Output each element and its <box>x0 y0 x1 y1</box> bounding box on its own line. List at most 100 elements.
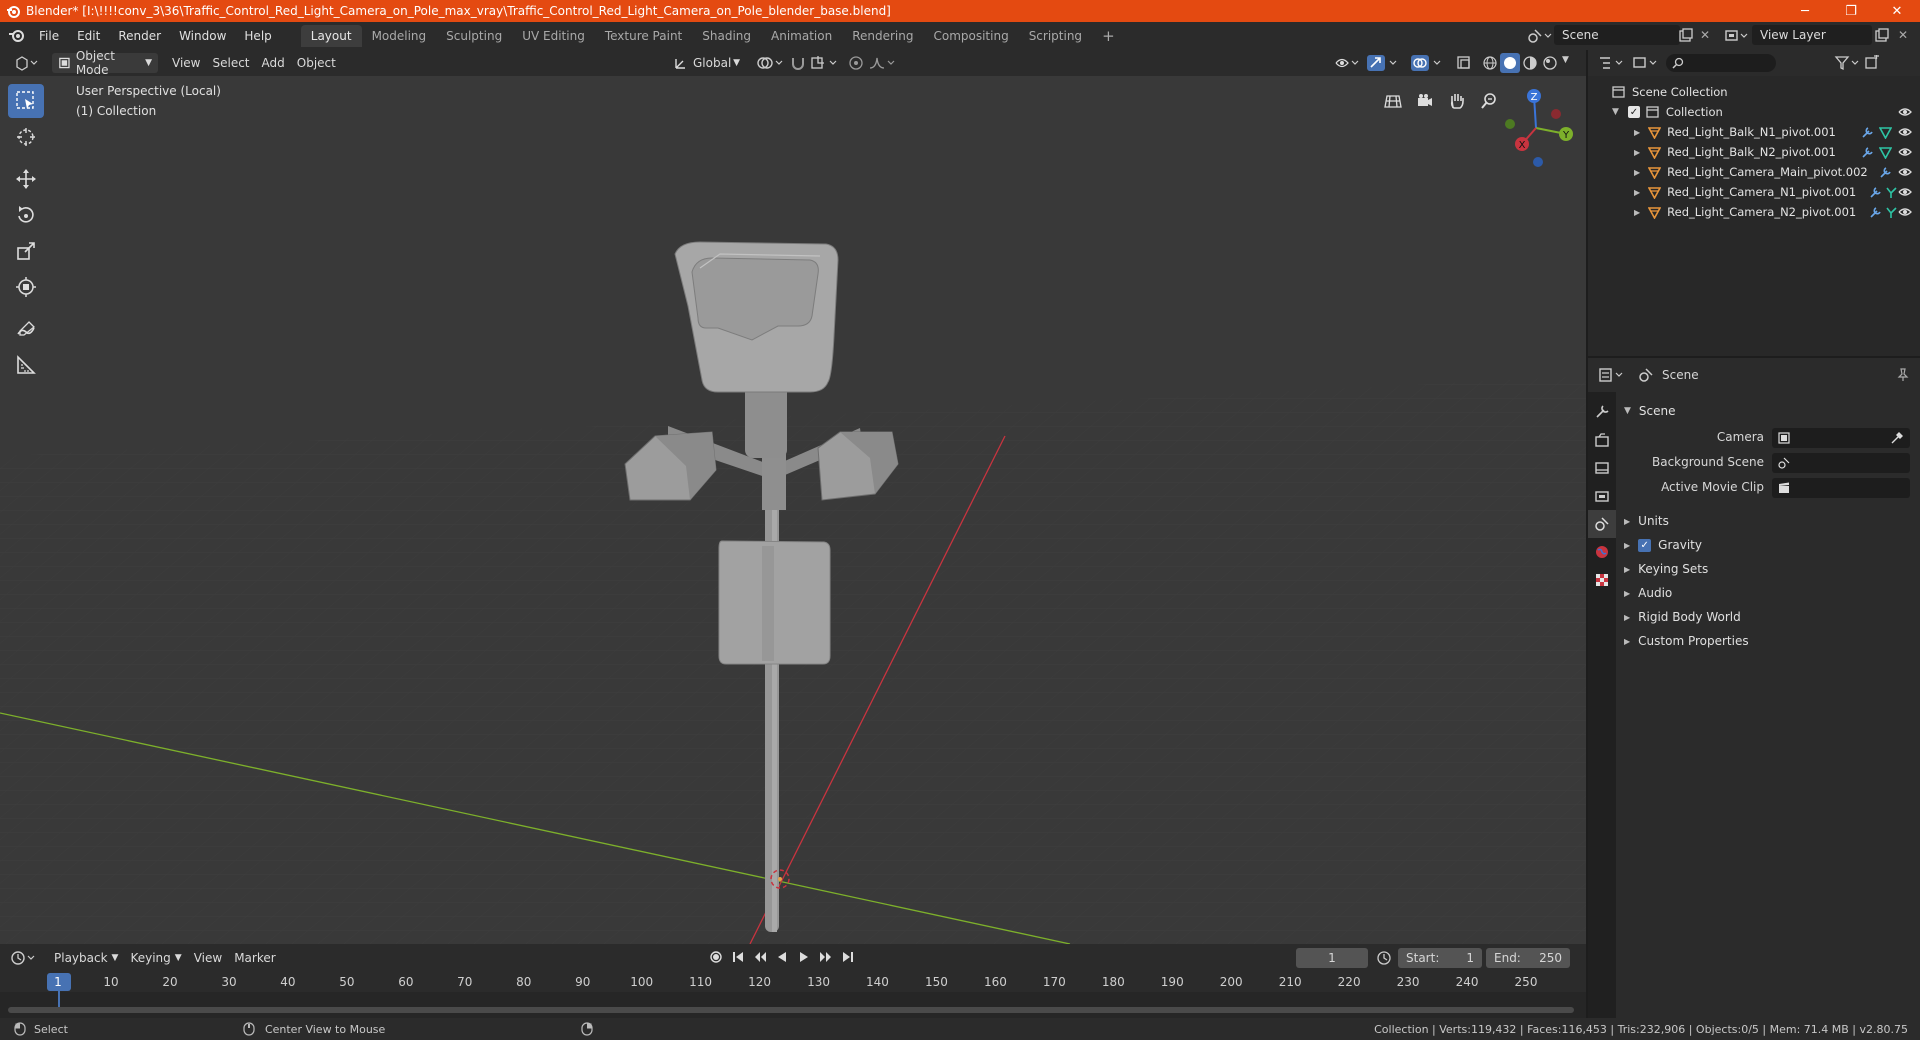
menu-render[interactable]: Render <box>109 29 170 43</box>
move-tool[interactable] <box>8 162 44 196</box>
start-frame-field[interactable]: Start: 1 <box>1398 948 1482 968</box>
xray-toggle-icon[interactable] <box>1456 55 1472 71</box>
delete-view-layer-icon[interactable]: ✕ <box>1898 28 1908 42</box>
properties-editor-icon[interactable] <box>1598 367 1626 383</box>
proportional-editing-icon[interactable] <box>848 55 864 71</box>
measure-tool[interactable] <box>8 348 44 382</box>
gravity-panel-header[interactable]: ▶ ✓ Gravity <box>1624 534 1914 556</box>
tab-animation[interactable]: Animation <box>761 25 842 47</box>
vertex-group-icon[interactable] <box>1885 206 1898 219</box>
view-layer-selector[interactable]: View Layer <box>1752 25 1872 45</box>
scene-icon[interactable] <box>1527 28 1553 44</box>
snap-target-icon[interactable] <box>810 55 840 71</box>
outliner-object-row[interactable]: ▶ Red_Light_Balk_N1_pivot.001 <box>1588 122 1920 142</box>
eye-icon[interactable] <box>1898 106 1912 118</box>
end-frame-field[interactable]: End: 250 <box>1486 948 1570 968</box>
timeline-view-menu[interactable]: View <box>188 948 228 968</box>
tab-texture[interactable] <box>1588 566 1616 594</box>
tab-sculpting[interactable]: Sculpting <box>436 25 512 47</box>
transform-orientation-selector[interactable]: Global ▼ <box>668 53 746 73</box>
active-movie-clip-field[interactable] <box>1772 478 1910 498</box>
shading-rendered-icon[interactable] <box>1542 55 1558 71</box>
visibility-selectability-icon[interactable] <box>1334 55 1362 71</box>
toggle-camera-persp-button[interactable] <box>1380 88 1406 114</box>
close-button[interactable]: ✕ <box>1874 0 1920 22</box>
snap-icon[interactable] <box>790 55 806 71</box>
new-view-layer-icon[interactable] <box>1874 28 1890 44</box>
expand-right-icon[interactable]: ▶ <box>1634 128 1640 137</box>
3d-viewport[interactable]: User Perspective (Local) (1) Collection … <box>0 76 1586 944</box>
shading-options-icon[interactable]: ▼ <box>1562 55 1569 65</box>
tab-layout[interactable]: Layout <box>300 25 362 47</box>
mesh-data-icon[interactable] <box>1879 126 1892 139</box>
outliner-scene-collection[interactable]: Scene Collection <box>1588 82 1920 102</box>
next-keyframe-icon[interactable] <box>818 949 834 965</box>
tab-scene[interactable] <box>1588 510 1616 538</box>
tab-texture-paint[interactable]: Texture Paint <box>595 25 692 47</box>
shading-wireframe-icon[interactable] <box>1482 55 1498 71</box>
menu-edit[interactable]: Edit <box>68 29 109 43</box>
menu-view[interactable]: View <box>166 53 206 73</box>
preview-range-icon[interactable] <box>1376 950 1392 966</box>
outliner-object-row[interactable]: ▶ Red_Light_Camera_N1_pivot.001 <box>1588 182 1920 202</box>
menu-add[interactable]: Add <box>256 53 291 73</box>
select-box-tool[interactable] <box>8 84 44 118</box>
record-icon[interactable] <box>708 949 724 965</box>
eye-icon[interactable] <box>1898 186 1912 198</box>
tab-compositing[interactable]: Compositing <box>923 25 1018 47</box>
jump-end-icon[interactable] <box>840 949 856 965</box>
vertex-group-icon[interactable] <box>1885 186 1898 199</box>
menu-select[interactable]: Select <box>206 53 255 73</box>
modifier-wrench-icon[interactable] <box>1861 126 1874 139</box>
menu-window[interactable]: Window <box>170 29 235 43</box>
mode-selector[interactable]: Object Mode ▼ <box>52 49 158 77</box>
pin-icon[interactable] <box>1896 368 1910 382</box>
pan-view-button[interactable] <box>1444 88 1470 114</box>
camera-field[interactable] <box>1772 428 1910 448</box>
overlays-toggle-icon[interactable] <box>1410 54 1446 72</box>
new-scene-icon[interactable] <box>1678 28 1694 44</box>
eyedropper-icon[interactable] <box>1890 431 1904 445</box>
tab-shading[interactable]: Shading <box>692 25 761 47</box>
modifier-wrench-icon[interactable] <box>1869 206 1882 219</box>
eye-icon[interactable] <box>1898 206 1912 218</box>
scene-selector[interactable]: Scene <box>1554 25 1680 45</box>
tab-rendering[interactable]: Rendering <box>842 25 923 47</box>
eye-icon[interactable] <box>1898 166 1912 178</box>
tab-modeling[interactable]: Modeling <box>362 25 437 47</box>
transform-tool[interactable] <box>8 270 44 304</box>
maximize-button[interactable]: ❐ <box>1828 0 1874 22</box>
collection-checkbox[interactable]: ✓ <box>1627 106 1640 118</box>
rigid-body-world-panel-header[interactable]: ▶ Rigid Body World <box>1624 606 1914 628</box>
new-collection-icon[interactable] <box>1864 55 1880 71</box>
navigation-gizmo[interactable]: Z Y X <box>1490 82 1580 172</box>
tab-uv-editing[interactable]: UV Editing <box>512 25 595 47</box>
timeline-editor-icon[interactable] <box>10 950 38 966</box>
shading-material-icon[interactable] <box>1522 55 1538 71</box>
display-mode-icon[interactable] <box>1632 55 1660 71</box>
cursor-tool[interactable] <box>8 120 44 154</box>
pivot-point-icon[interactable] <box>756 55 786 71</box>
background-scene-field[interactable] <box>1772 453 1910 473</box>
expand-right-icon[interactable]: ▶ <box>1634 148 1640 157</box>
outliner-object-row[interactable]: ▶ Red_Light_Camera_Main_pivot.002 <box>1588 162 1920 182</box>
gizmo-toggle-icon[interactable] <box>1366 54 1402 72</box>
tab-tool[interactable] <box>1588 398 1616 426</box>
prev-keyframe-icon[interactable] <box>752 949 768 965</box>
expand-right-icon[interactable]: ▶ <box>1634 168 1640 177</box>
timeline[interactable]: 1 10 20 30 40 50 60 70 80 90 100 110 120 130 140 150 160… <box>0 972 1586 1018</box>
rotate-tool[interactable] <box>8 198 44 232</box>
mesh-data-icon[interactable] <box>1879 146 1892 159</box>
delete-scene-icon[interactable]: ✕ <box>1700 28 1710 42</box>
units-panel-header[interactable]: ▶ Units <box>1624 510 1914 532</box>
custom-properties-panel-header[interactable]: ▶ Custom Properties <box>1624 630 1914 652</box>
expand-down-icon[interactable]: ▼ <box>1612 107 1619 117</box>
expand-right-icon[interactable]: ▶ <box>1634 188 1640 197</box>
outliner-collection[interactable]: ▼ ✓ Collection <box>1588 102 1920 122</box>
outliner-object-row[interactable]: ▶ Red_Light_Camera_N2_pivot.001 <box>1588 202 1920 222</box>
audio-panel-header[interactable]: ▶ Audio <box>1624 582 1914 604</box>
scale-tool[interactable] <box>8 234 44 268</box>
blender-menu-icon[interactable] <box>0 26 30 46</box>
timeline-scrollbar[interactable] <box>8 1007 1574 1013</box>
annotate-tool[interactable] <box>8 312 44 346</box>
